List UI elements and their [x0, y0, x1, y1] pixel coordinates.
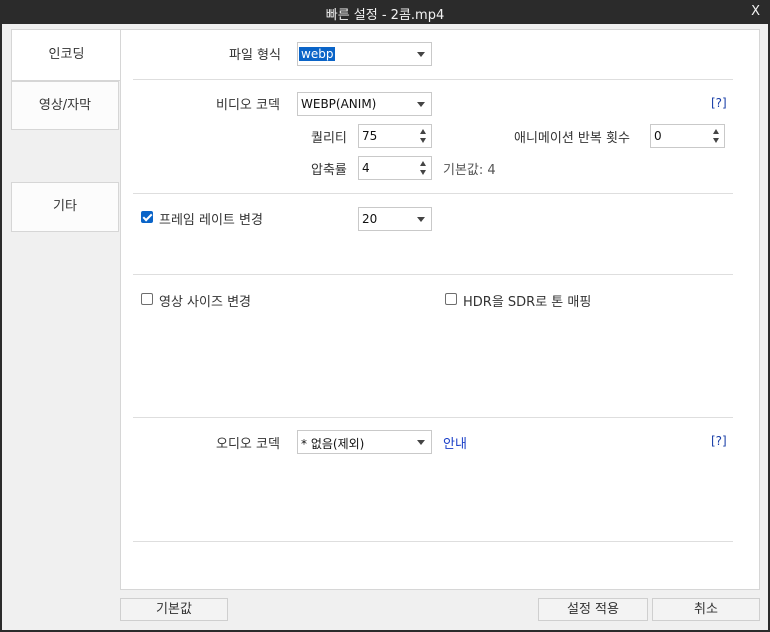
- video-codec-value: WEBP(ANIM): [301, 97, 377, 111]
- file-format-value: webp: [299, 47, 336, 61]
- loop-count-label: 애니메이션 반복 횟수: [514, 131, 630, 146]
- sidebar-item-etc[interactable]: 기타: [11, 182, 119, 232]
- resize-checkbox[interactable]: [141, 293, 153, 305]
- divider: [133, 79, 733, 80]
- audio-codec-select[interactable]: * 없음(제외): [297, 430, 432, 454]
- framerate-value: 20: [362, 212, 378, 226]
- sidebar-item-encoding[interactable]: 인코딩: [11, 29, 121, 81]
- chevron-down-icon: [417, 440, 425, 445]
- default-button[interactable]: 기본값: [120, 598, 228, 621]
- compression-default-text: 기본값: 4: [443, 163, 496, 178]
- divider: [133, 417, 733, 418]
- sidebar-item-label: 인코딩: [48, 47, 85, 62]
- framerate-select[interactable]: 20: [358, 207, 432, 231]
- quality-label: 퀄리티: [311, 131, 347, 146]
- compression-spinbox[interactable]: 4: [358, 156, 432, 180]
- title-bar: 빠른 설정 - 2콤.mp4 X: [0, 0, 770, 24]
- audio-info-link[interactable]: 안내: [443, 433, 467, 452]
- default-button-label: 기본값: [156, 602, 192, 617]
- audio-codec-value: * 없음(제외): [301, 437, 365, 451]
- spin-up-icon[interactable]: [420, 129, 426, 134]
- loop-count-value: 0: [654, 129, 662, 143]
- framerate-label[interactable]: 프레임 레이트 변경: [159, 209, 263, 228]
- spin-down-icon[interactable]: [420, 170, 426, 175]
- divider: [133, 274, 733, 275]
- compression-value: 4: [362, 161, 370, 175]
- chevron-down-icon: [417, 52, 425, 57]
- resize-label[interactable]: 영상 사이즈 변경: [159, 291, 251, 310]
- chevron-down-icon: [417, 217, 425, 222]
- spin-down-icon[interactable]: [713, 138, 719, 143]
- loop-count-spinbox[interactable]: 0: [650, 124, 725, 148]
- quality-spinbox[interactable]: 75: [358, 124, 432, 148]
- cancel-button-label: 취소: [694, 602, 718, 617]
- sidebar-item-label: 기타: [53, 199, 77, 214]
- dialog-body: 인코딩 영상/자막 기타 파일 형식 webp 비디오 코덱 WEBP(ANIM…: [2, 24, 768, 630]
- cancel-button[interactable]: 취소: [652, 598, 760, 621]
- divider: [133, 193, 733, 194]
- file-format-select[interactable]: webp: [297, 42, 432, 66]
- spin-down-icon[interactable]: [420, 138, 426, 143]
- chevron-down-icon: [417, 102, 425, 107]
- hdr-tonemap-checkbox[interactable]: [445, 293, 457, 305]
- divider: [133, 541, 733, 542]
- quality-value: 75: [362, 129, 378, 143]
- spin-up-icon[interactable]: [713, 129, 719, 134]
- close-button[interactable]: X: [751, 4, 760, 19]
- apply-button-label: 설정 적용: [567, 602, 619, 617]
- encoding-panel: 파일 형식 webp 비디오 코덱 WEBP(ANIM) [?] 퀄리티 75 …: [120, 29, 760, 590]
- spin-up-icon[interactable]: [420, 161, 426, 166]
- hdr-tonemap-label[interactable]: HDR을 SDR로 톤 매핑: [463, 291, 591, 310]
- window-title: 빠른 설정 - 2콤.mp4: [325, 8, 445, 23]
- sidebar-item-video-subtitle[interactable]: 영상/자막: [11, 81, 119, 130]
- framerate-checkbox[interactable]: [141, 211, 153, 223]
- audio-codec-label: 오디오 코덱: [216, 437, 280, 452]
- compression-label: 압축률: [311, 163, 347, 178]
- sidebar-item-label: 영상/자막: [38, 98, 92, 113]
- video-codec-label: 비디오 코덱: [216, 98, 280, 113]
- video-codec-help-link[interactable]: [?]: [711, 96, 727, 110]
- apply-button[interactable]: 설정 적용: [538, 598, 648, 621]
- video-codec-select[interactable]: WEBP(ANIM): [297, 92, 432, 116]
- audio-codec-help-link[interactable]: [?]: [711, 434, 727, 448]
- file-format-label: 파일 형식: [229, 48, 281, 63]
